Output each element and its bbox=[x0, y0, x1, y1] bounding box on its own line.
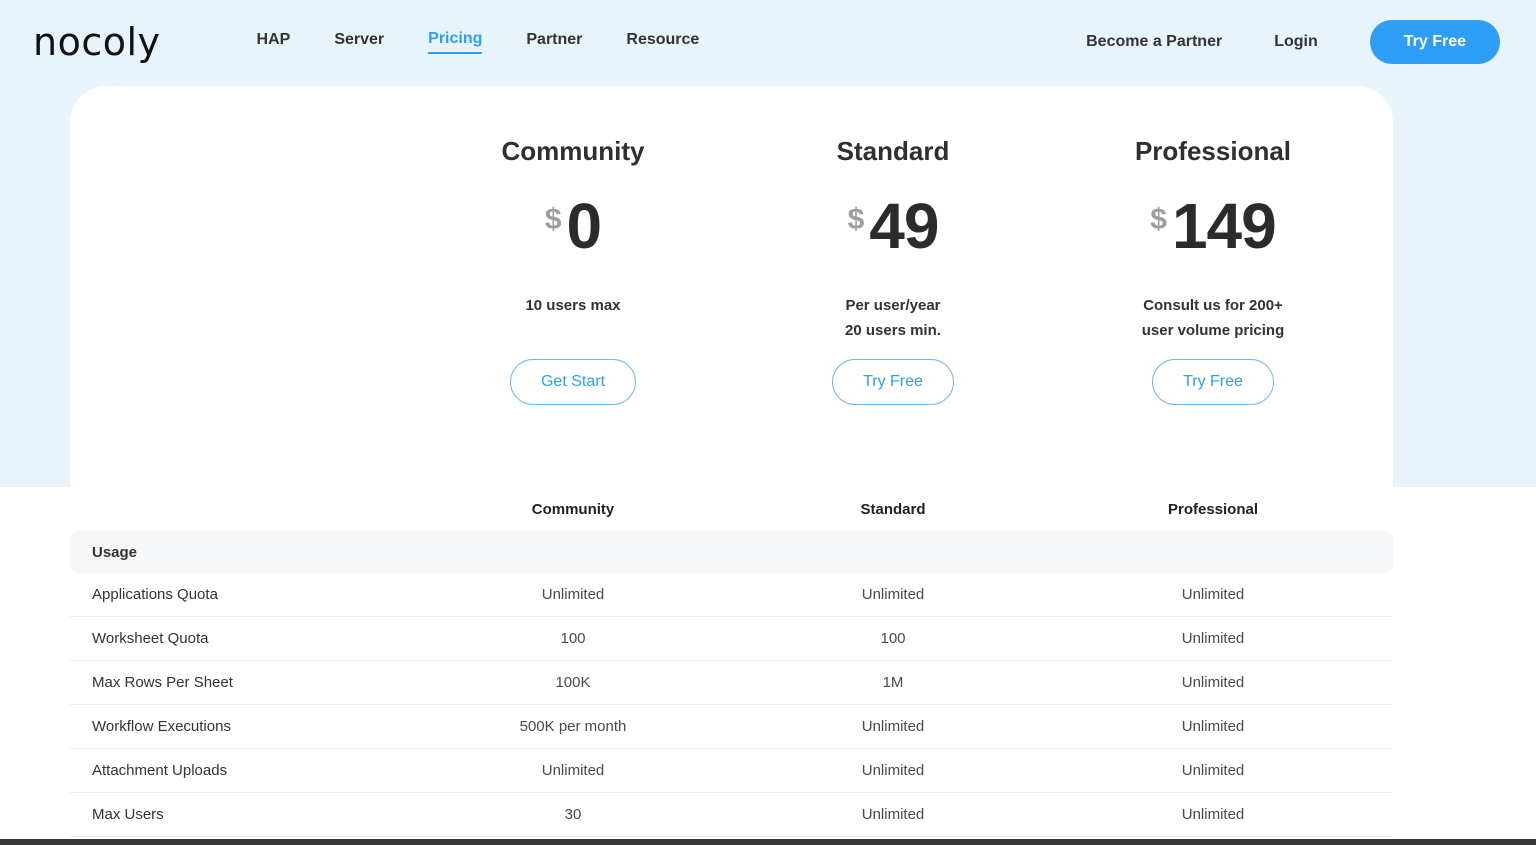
row-value-standard: 100 bbox=[880, 630, 906, 647]
plan-grid-end-spacer bbox=[1373, 86, 1393, 405]
table-row-max-rows-per-sheet: Max Rows Per Sheet 100K 1M Unlimited bbox=[70, 661, 1393, 705]
table-row-attachment-uploads: Attachment Uploads Unlimited Unlimited U… bbox=[70, 749, 1393, 793]
row-value-community: 30 bbox=[564, 806, 582, 823]
section-title: Usage bbox=[92, 543, 138, 561]
footer-strip bbox=[0, 839, 1536, 845]
row-value-community: Unlimited bbox=[541, 586, 605, 603]
row-label: Max Users bbox=[92, 806, 164, 823]
table-section-usage: Usage bbox=[70, 531, 1393, 573]
row-label: Worksheet Quota bbox=[92, 630, 209, 647]
top-blue-zone: nocoly HAP Server Pricing Partner Resour… bbox=[0, 0, 1536, 487]
row-label: Workflow Executions bbox=[92, 718, 231, 735]
nav-item-resource[interactable]: Resource bbox=[626, 31, 699, 53]
row-value-community: 100K bbox=[555, 674, 591, 691]
row-value-standard: Unlimited bbox=[861, 586, 925, 603]
row-value-professional: Unlimited bbox=[1181, 806, 1245, 823]
top-navbar: nocoly HAP Server Pricing Partner Resour… bbox=[0, 0, 1536, 84]
plan-description: Per user/year 20 users min. bbox=[733, 293, 1053, 345]
row-value-community: 500K per month bbox=[519, 718, 627, 735]
try-free-professional-button[interactable]: Try Free bbox=[1152, 359, 1274, 405]
row-value-professional: Unlimited bbox=[1181, 586, 1245, 603]
plan-standard: Standard $ 49 Per user/year 20 users min… bbox=[733, 86, 1053, 405]
brand-logo[interactable]: nocoly bbox=[33, 20, 161, 64]
row-value-standard: Unlimited bbox=[861, 718, 925, 735]
plan-price: $ 149 bbox=[1053, 190, 1373, 265]
plan-desc-line-2: 20 users min. bbox=[845, 322, 941, 339]
plan-desc-line-1: Consult us for 200+ bbox=[1143, 297, 1283, 314]
try-free-button[interactable]: Try Free bbox=[1369, 20, 1500, 64]
table-row-workflow-executions: Workflow Executions 500K per month Unlim… bbox=[70, 705, 1393, 749]
row-label: Max Rows Per Sheet bbox=[92, 674, 233, 691]
row-value-community: Unlimited bbox=[541, 762, 605, 779]
currency-sign: $ bbox=[1150, 203, 1167, 236]
pricing-hero: Community $ 0 10 users max Get Start Sta… bbox=[0, 84, 1536, 487]
row-value-professional: Unlimited bbox=[1181, 630, 1245, 647]
become-partner-link[interactable]: Become a Partner bbox=[1086, 33, 1222, 51]
row-value-standard: Unlimited bbox=[861, 762, 925, 779]
table-header-professional: Professional bbox=[1167, 500, 1259, 518]
plan-desc-line-1: 10 users max bbox=[525, 297, 621, 314]
row-value-professional: Unlimited bbox=[1181, 674, 1245, 691]
price-amount: 49 bbox=[869, 190, 939, 262]
plan-community: Community $ 0 10 users max Get Start bbox=[413, 86, 733, 405]
main-nav: HAP Server Pricing Partner Resource bbox=[257, 30, 699, 54]
currency-sign: $ bbox=[847, 203, 865, 236]
plan-desc-line-1: Per user/year bbox=[845, 297, 941, 314]
plan-title: Community bbox=[501, 136, 645, 166]
nav-item-hap[interactable]: HAP bbox=[257, 31, 291, 53]
plan-professional: Professional $ 149 Consult us for 200+ u… bbox=[1053, 86, 1373, 405]
plan-description: 10 users max bbox=[413, 293, 733, 345]
currency-sign: $ bbox=[544, 203, 562, 236]
plan-grid-spacer bbox=[70, 86, 413, 405]
plan-title: Professional bbox=[1134, 136, 1292, 166]
navbar-right: Become a Partner Login Try Free bbox=[1086, 20, 1500, 64]
table-row-max-users: Max Users 30 Unlimited Unlimited bbox=[70, 793, 1393, 837]
price-amount: 149 bbox=[1171, 190, 1277, 262]
comparison-section: Community Standard Professional Usage Ap… bbox=[0, 487, 1536, 837]
nav-item-server[interactable]: Server bbox=[334, 31, 384, 53]
price-amount: 0 bbox=[566, 190, 603, 262]
try-free-standard-button[interactable]: Try Free bbox=[832, 359, 954, 405]
pricing-card: Community $ 0 10 users max Get Start Sta… bbox=[70, 86, 1393, 487]
get-start-button[interactable]: Get Start bbox=[509, 359, 637, 405]
table-header-community: Community bbox=[531, 500, 615, 518]
table-row-applications-quota: Applications Quota Unlimited Unlimited U… bbox=[70, 573, 1393, 617]
login-link[interactable]: Login bbox=[1274, 33, 1318, 51]
row-value-professional: Unlimited bbox=[1181, 762, 1245, 779]
table-row-worksheet-quota: Worksheet Quota 100 100 Unlimited bbox=[70, 617, 1393, 661]
row-value-standard: Unlimited bbox=[861, 806, 925, 823]
plan-description: Consult us for 200+ user volume pricing bbox=[1053, 293, 1373, 345]
plan-desc-line-2: user volume pricing bbox=[1141, 322, 1285, 339]
plan-price: $ 49 bbox=[733, 190, 1053, 265]
comparison-table: Community Standard Professional Usage Ap… bbox=[70, 487, 1393, 837]
nav-item-pricing[interactable]: Pricing bbox=[428, 30, 483, 54]
plan-title: Standard bbox=[836, 136, 950, 166]
row-value-professional: Unlimited bbox=[1181, 718, 1245, 735]
table-header-standard: Standard bbox=[860, 500, 926, 518]
row-value-standard: 1M bbox=[882, 674, 904, 691]
table-header-row: Community Standard Professional bbox=[70, 487, 1393, 531]
row-label: Attachment Uploads bbox=[92, 762, 228, 779]
row-value-community: 100 bbox=[560, 630, 586, 647]
row-label: Applications Quota bbox=[92, 586, 218, 603]
plan-price: $ 0 bbox=[413, 190, 733, 265]
nav-item-partner[interactable]: Partner bbox=[526, 31, 582, 53]
